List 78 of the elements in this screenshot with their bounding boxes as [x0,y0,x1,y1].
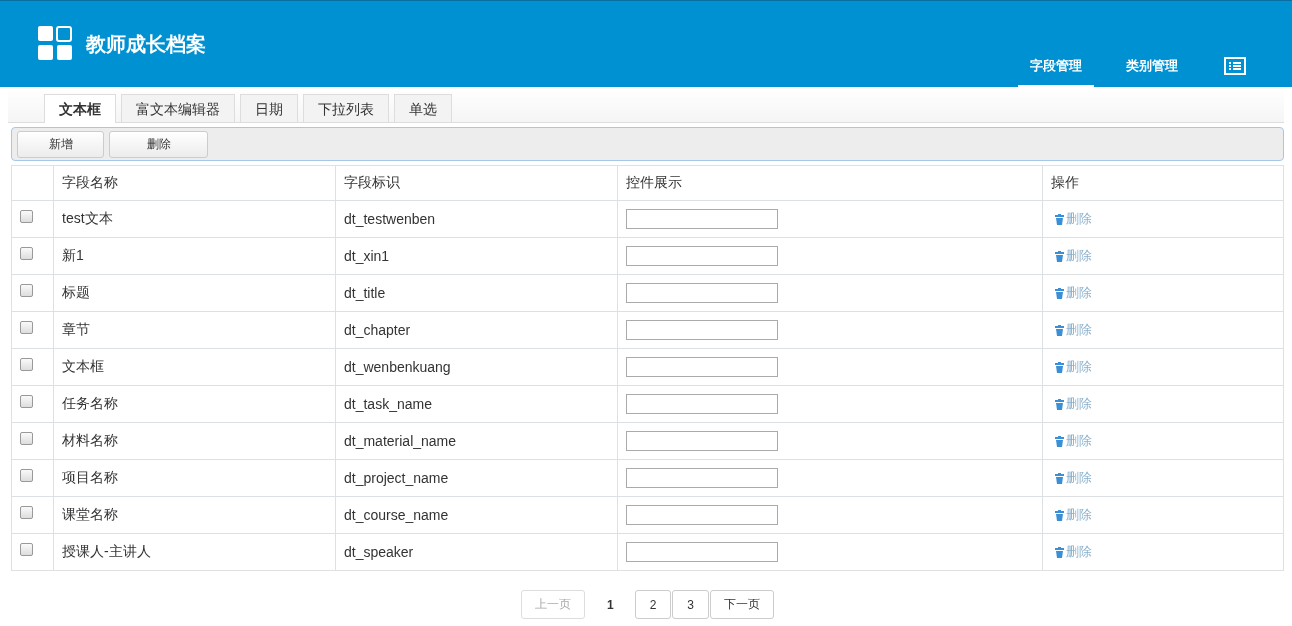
trash-icon [1055,250,1064,262]
trash-icon [1055,287,1064,299]
table-cell: dt_xin1 [344,248,390,264]
row-checkbox[interactable] [20,431,33,445]
column-header: 操作 [1051,174,1079,190]
table-cell: 任务名称 [62,395,118,411]
column-header: 字段标识 [344,174,400,190]
delete-link[interactable]: 删除 [1055,469,1092,487]
delete-link[interactable]: 删除 [1055,210,1092,228]
table-cell: dt_task_name [344,396,432,412]
input-field[interactable] [626,283,778,303]
tab[interactable]: 文本框 [44,94,116,123]
next-page-button[interactable]: 下一页 [710,590,775,619]
delete-link[interactable]: 删除 [1055,506,1092,524]
row-checkbox[interactable] [20,542,33,556]
table-cell: dt_course_name [344,507,449,523]
trash-icon [1055,213,1064,225]
table-cell: dt_speaker [344,544,414,560]
table-cell: 授课人-主讲人 [62,543,151,559]
table-cell: dt_wenbenkuang [344,359,451,375]
table-cell: dt_material_name [344,433,457,449]
row-checkbox[interactable] [20,468,33,482]
list-icon[interactable] [1224,57,1246,75]
row-checkbox[interactable] [20,246,33,260]
table-cell: 标题 [62,284,90,300]
page-button[interactable]: 3 [672,590,710,619]
delete-link[interactable]: 删除 [1055,321,1092,339]
trash-icon [1055,324,1064,336]
trash-icon [1055,472,1064,484]
table-cell: dt_project_name [344,470,449,486]
table-cell: 材料名称 [62,432,118,448]
grid-logo-icon [38,26,72,60]
toolbar-button[interactable]: 删除 [109,130,208,158]
delete-link[interactable]: 删除 [1055,247,1092,265]
table-cell: test文本 [62,210,113,226]
table-cell: 章节 [62,321,90,337]
trash-icon [1055,398,1064,410]
input-field[interactable] [626,320,778,340]
column-header: 字段名称 [62,174,118,190]
nav-tab[interactable]: 类别管理 [1114,57,1190,87]
input-field[interactable] [626,357,778,377]
input-field[interactable] [626,209,778,229]
table-cell: 文本框 [62,358,104,374]
tab[interactable]: 富文本编辑器 [121,94,235,122]
app-title: 教师成长档案 [86,31,206,57]
row-checkbox[interactable] [20,283,33,297]
table-cell: 课堂名称 [62,506,118,522]
delete-link[interactable]: 删除 [1055,358,1092,376]
trash-icon [1055,546,1064,558]
row-checkbox[interactable] [20,209,33,223]
table-cell: dt_chapter [344,322,411,338]
delete-link[interactable]: 删除 [1055,432,1092,450]
row-checkbox[interactable] [20,394,33,408]
row-checkbox[interactable] [20,505,33,519]
column-header: 控件展示 [626,174,682,190]
delete-link[interactable]: 删除 [1055,543,1092,561]
input-field[interactable] [626,394,778,414]
trash-icon [1055,509,1064,521]
input-field[interactable] [626,468,778,488]
tab[interactable]: 下拉列表 [303,94,389,122]
delete-link[interactable]: 删除 [1055,395,1092,413]
table-cell: dt_title [344,285,386,301]
row-checkbox[interactable] [20,320,33,334]
input-field[interactable] [626,246,778,266]
tab[interactable]: 单选 [394,94,452,122]
trash-icon [1055,361,1064,373]
table-cell: dt_testwenben [344,211,436,227]
input-field[interactable] [626,431,778,451]
delete-link[interactable]: 删除 [1055,284,1092,302]
row-checkbox[interactable] [20,357,33,371]
trash-icon [1055,435,1064,447]
table-cell: 项目名称 [62,469,118,485]
page-button[interactable]: 2 [634,590,672,619]
table-cell: 新1 [62,247,84,263]
toolbar-button[interactable]: 新增 [17,130,104,158]
tab[interactable]: 日期 [240,94,298,122]
input-field[interactable] [626,505,778,525]
input-field[interactable] [626,542,778,562]
